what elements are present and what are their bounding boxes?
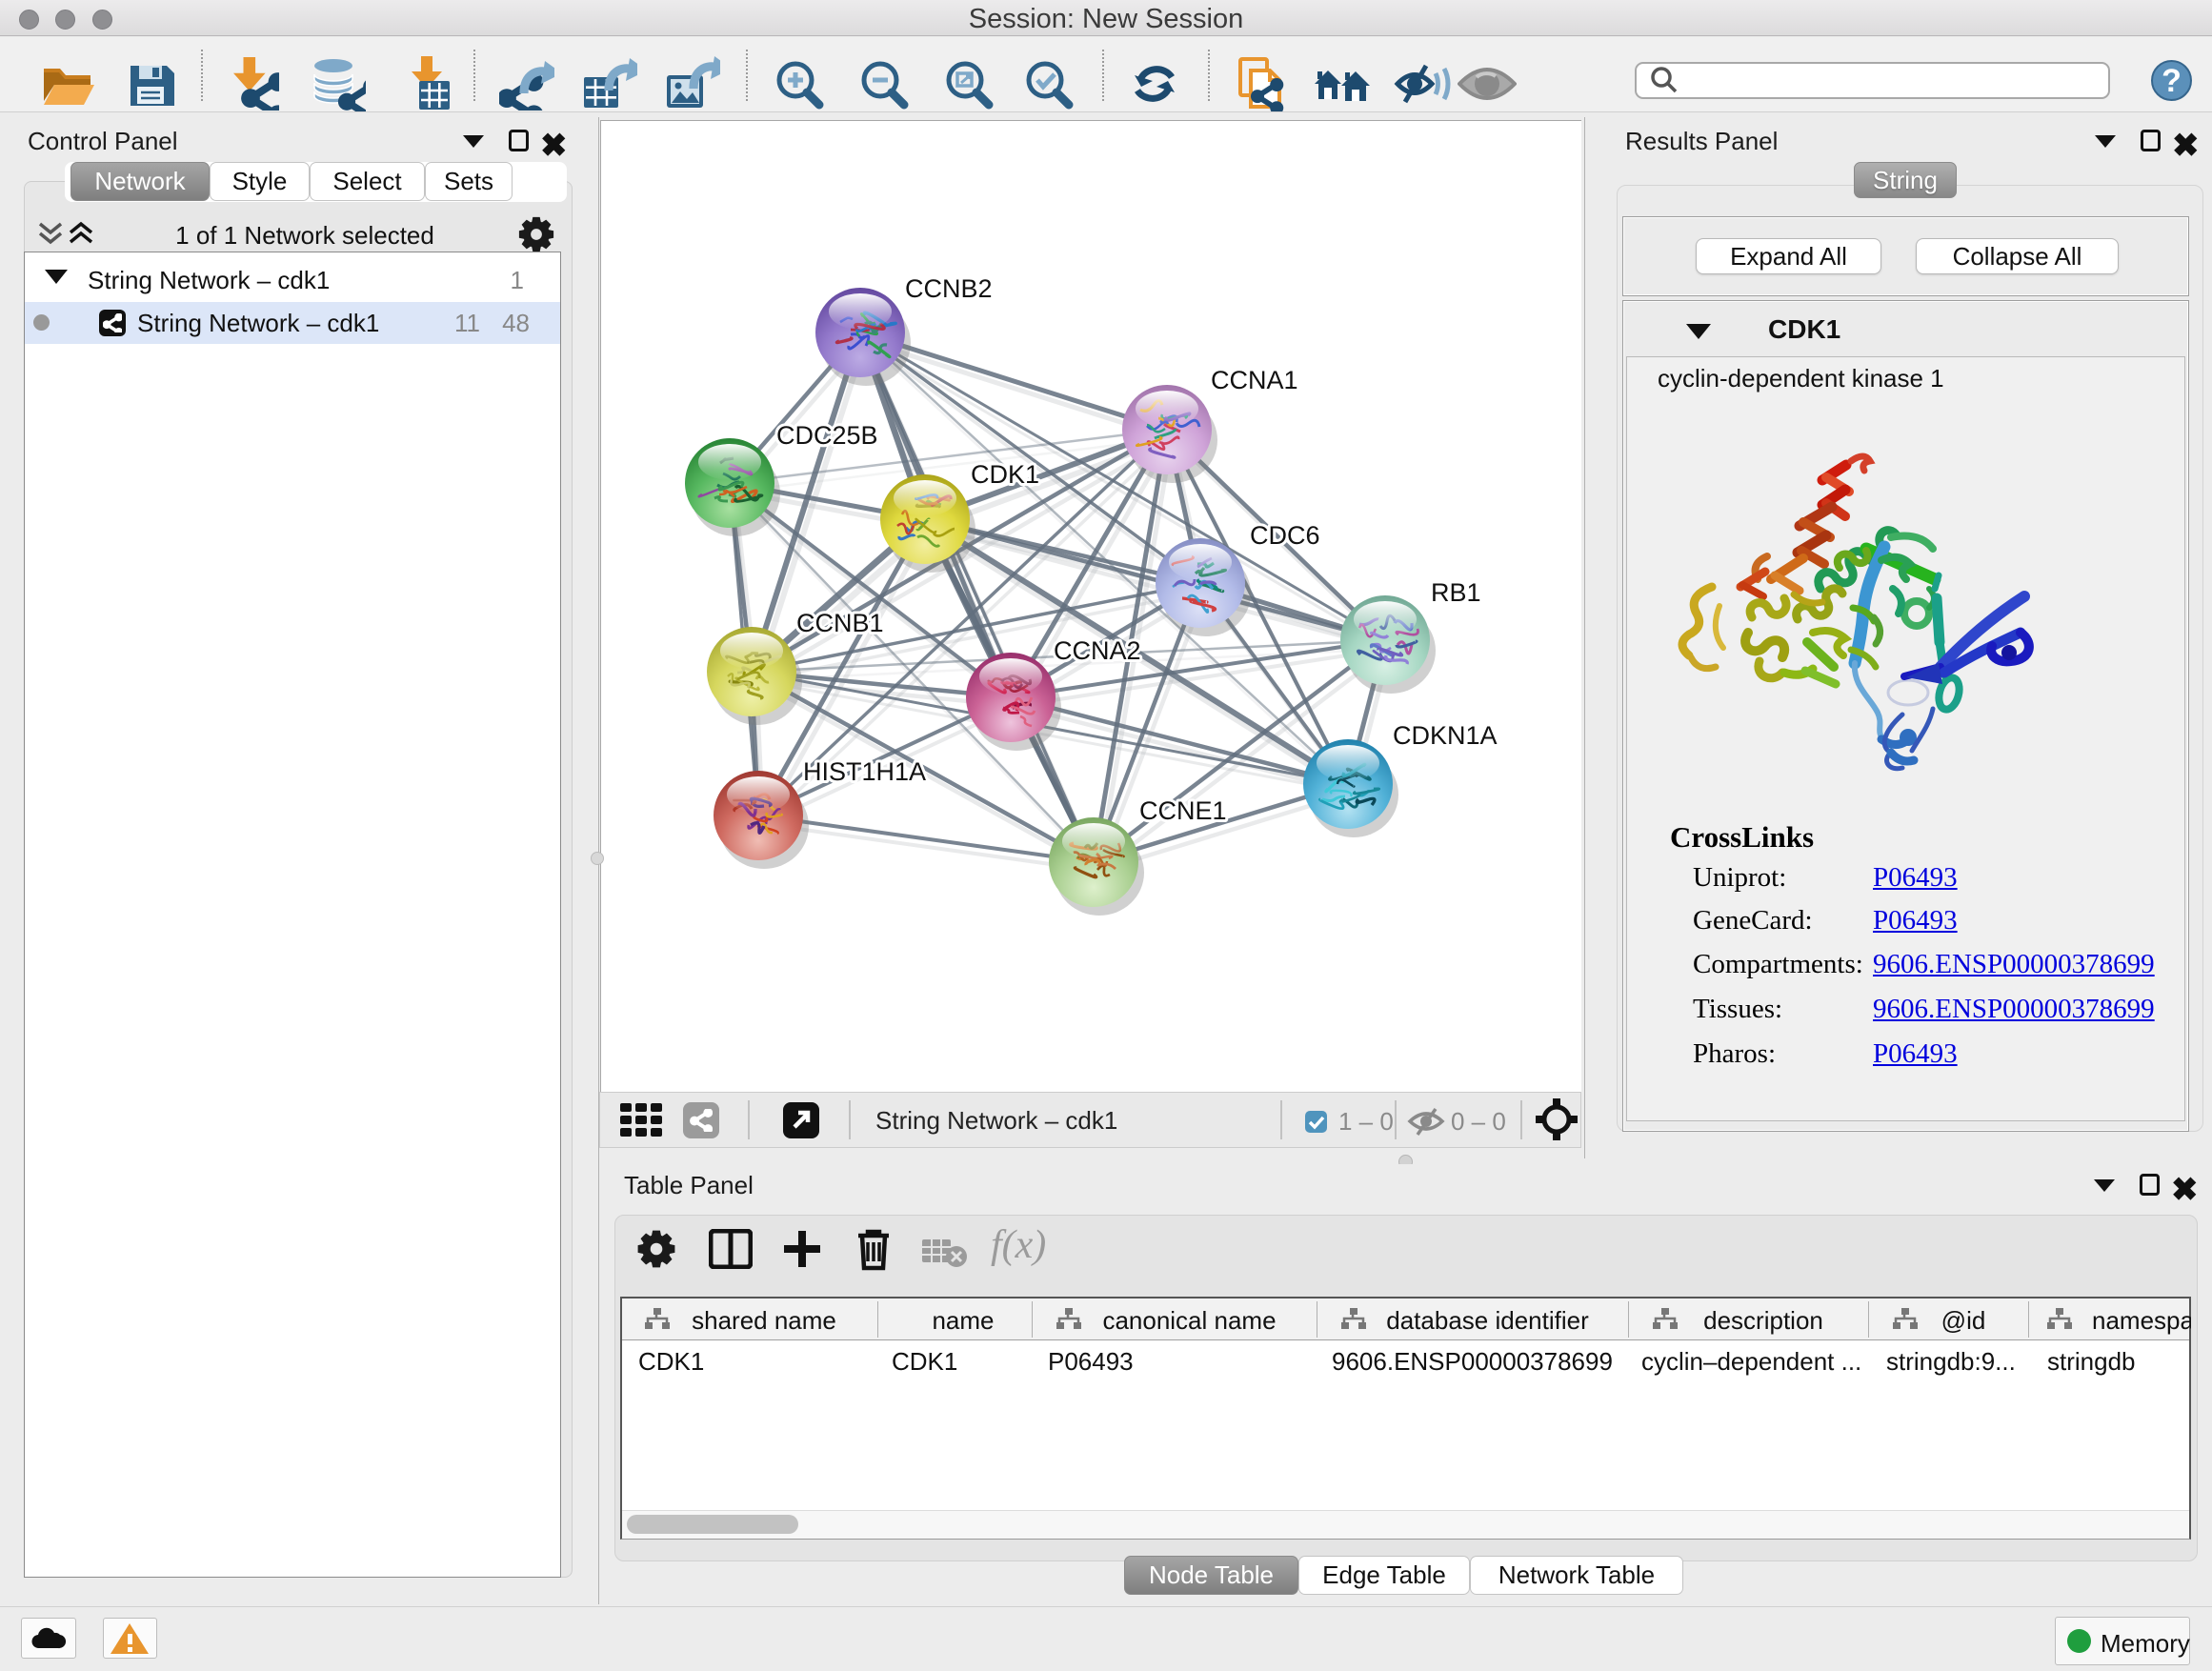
svg-text:CDK1: CDK1: [971, 460, 1039, 489]
svg-text:RB1: RB1: [1431, 578, 1481, 607]
svg-text:CCNB1: CCNB1: [796, 609, 884, 637]
svg-text:CDKN1A: CDKN1A: [1393, 721, 1498, 750]
svg-text:CCNE1: CCNE1: [1139, 796, 1227, 825]
svg-text:CCNB2: CCNB2: [905, 274, 993, 303]
svg-text:CCNA2: CCNA2: [1054, 636, 1141, 665]
svg-text:CCNA1: CCNA1: [1211, 366, 1298, 394]
svg-text:CDC6: CDC6: [1250, 521, 1320, 550]
svg-text:HIST1H1A: HIST1H1A: [803, 757, 926, 786]
svg-text:CDC25B: CDC25B: [776, 421, 878, 450]
